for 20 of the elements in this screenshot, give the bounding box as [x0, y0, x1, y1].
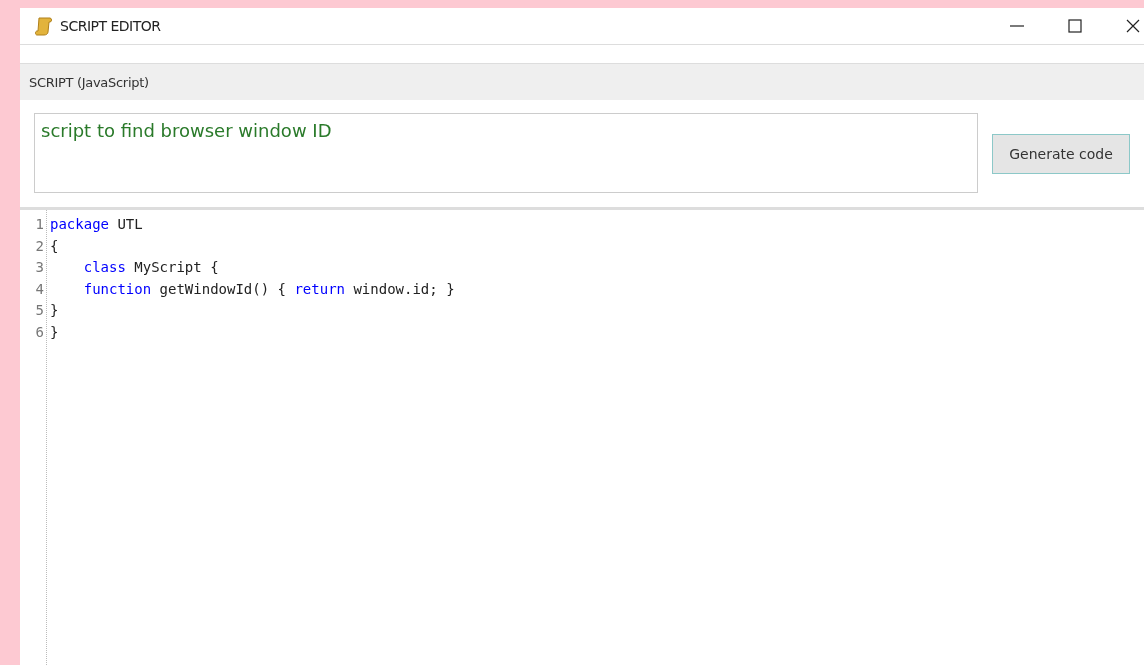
code-line: package UTL — [50, 215, 144, 234]
prompt-field[interactable]: script to find browser window ID — [34, 113, 978, 193]
code-line: } — [50, 322, 60, 342]
close-icon[interactable] — [1126, 19, 1140, 33]
line-number: 5 — [34, 301, 44, 320]
maximize-icon[interactable] — [1068, 19, 1082, 33]
line-number: 2 — [34, 236, 44, 256]
panel-header: SCRIPT (JavaScript) — [20, 63, 1144, 100]
line-number: 6 — [34, 322, 44, 342]
code-line: } — [50, 301, 60, 320]
generate-code-button[interactable]: Generate code — [992, 134, 1130, 174]
line-number: 1 — [34, 215, 44, 234]
code-line: class MyScript { — [82, 258, 220, 277]
code-line: function getWindowId() { return window.id; } — [82, 279, 455, 299]
scroll-icon — [34, 16, 54, 36]
line-number: 3 — [34, 258, 44, 277]
window-title: SCRIPT EDITOR — [60, 18, 161, 34]
line-number: 4 — [34, 279, 44, 299]
code-line: { — [50, 236, 60, 256]
code-editor[interactable]: 1 2 3 4 5 6 package UTL { class MyScript { function getWindowId() { return window.id; } } } — [20, 210, 1144, 665]
